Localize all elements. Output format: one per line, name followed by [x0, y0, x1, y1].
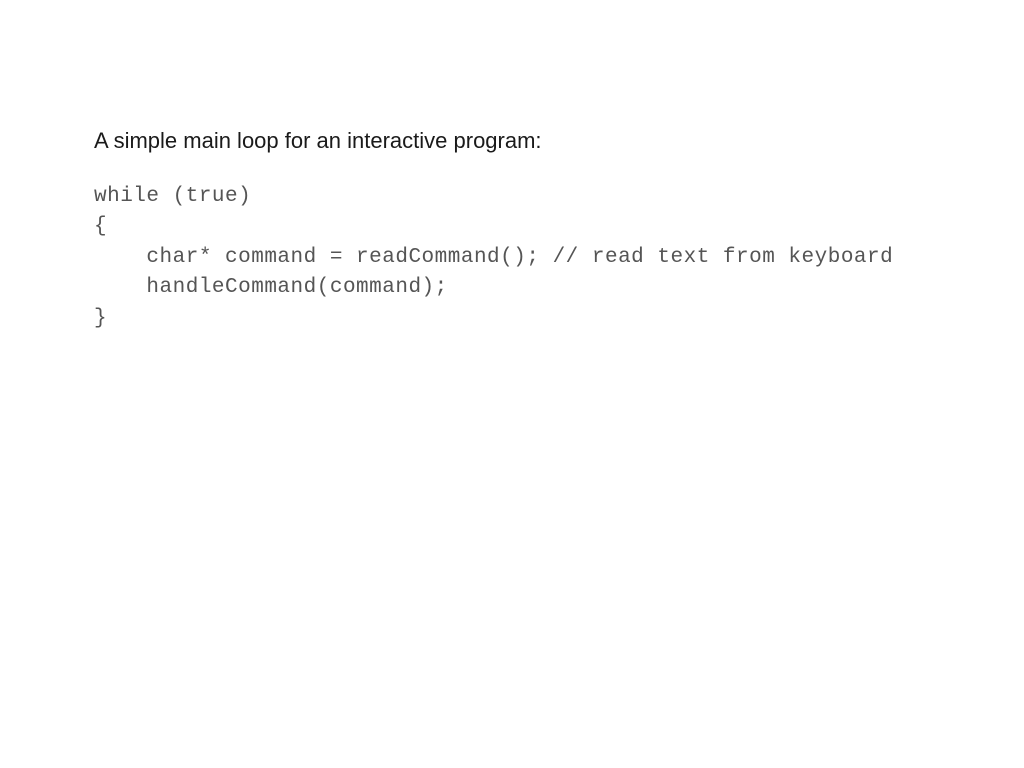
slide-content: A simple main loop for an interactive pr…: [94, 128, 930, 334]
code-block: while (true) { char* command = readComma…: [94, 182, 930, 334]
slide-heading: A simple main loop for an interactive pr…: [94, 128, 930, 154]
